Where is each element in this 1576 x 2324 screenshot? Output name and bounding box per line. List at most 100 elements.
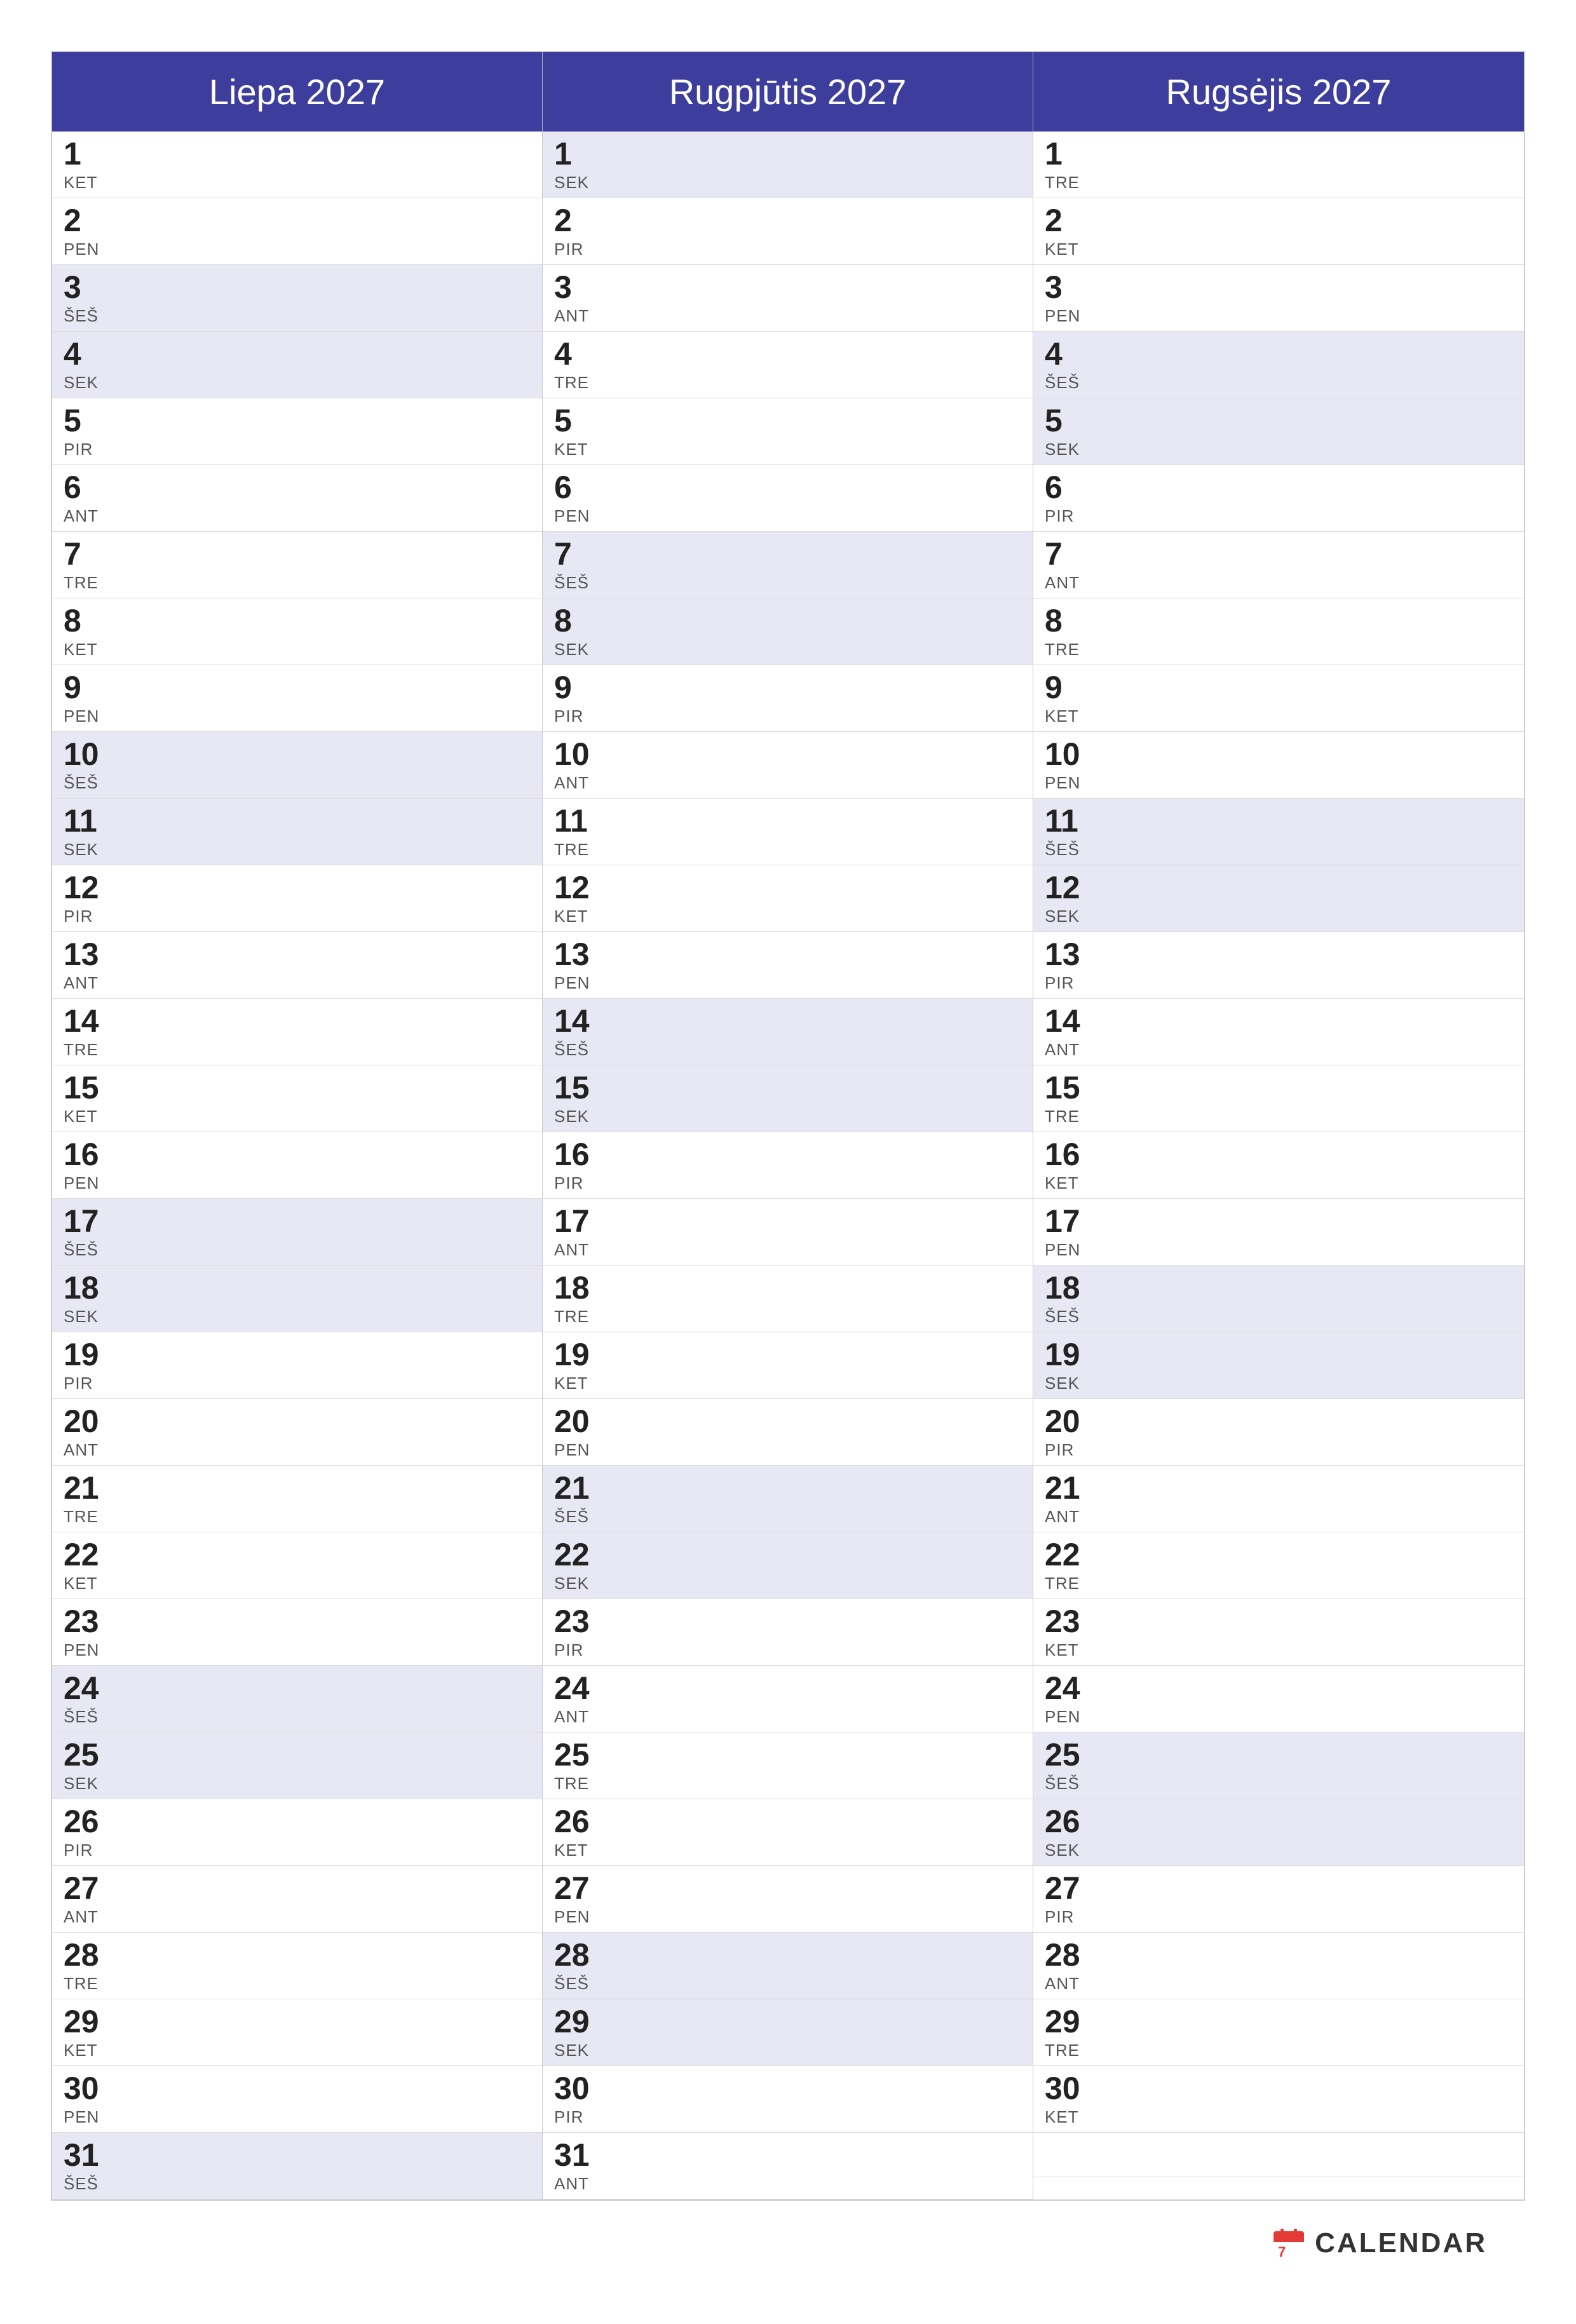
day-number: 30	[554, 2071, 1021, 2106]
day-cell: 7ANT	[1033, 532, 1524, 598]
day-name: PIR	[554, 240, 1021, 259]
day-number: 9	[554, 670, 1021, 705]
day-name: KET	[64, 640, 531, 659]
day-name: PIR	[1045, 973, 1512, 993]
day-cell: 31ANT	[543, 2133, 1033, 2199]
calendar-container: Liepa 2027 Rugpjūtis 2027 Rugsėjis 2027 …	[51, 51, 1525, 2201]
day-cell: 20PEN	[543, 1399, 1033, 1466]
day-cell: 7ŠEŠ	[543, 532, 1033, 598]
day-cell: 5SEK	[1033, 398, 1524, 465]
day-cell: 11ŠEŠ	[1033, 799, 1524, 865]
day-name: PIR	[1045, 506, 1512, 526]
day-cell: 11SEK	[52, 799, 542, 865]
day-cell: 20PIR	[1033, 1399, 1524, 1466]
day-name: PEN	[554, 973, 1021, 993]
day-name: TRE	[1045, 640, 1512, 659]
day-name: PEN	[64, 706, 531, 726]
day-number: 8	[64, 604, 531, 638]
day-cell: 29TRE	[1033, 1999, 1524, 2066]
day-cell: 11TRE	[543, 799, 1033, 865]
day-number: 12	[1045, 870, 1512, 905]
day-name: ANT	[1045, 1507, 1512, 1527]
day-name: ANT	[64, 506, 531, 526]
days-grid: 1KET2PEN3ŠEŠ4SEK5PIR6ANT7TRE8KET9PEN10ŠE…	[52, 132, 1524, 2199]
day-number: 11	[1045, 804, 1512, 839]
day-name: ŠEŠ	[64, 2174, 531, 2194]
day-cell: 15SEK	[543, 1065, 1033, 1132]
day-number: 2	[64, 203, 531, 238]
day-cell: 12KET	[543, 865, 1033, 932]
day-number: 17	[64, 1204, 531, 1239]
day-cell: 26PIR	[52, 1799, 542, 1866]
day-name: PIR	[1045, 1440, 1512, 1460]
day-name: KET	[554, 440, 1021, 459]
day-name: TRE	[1045, 1574, 1512, 1593]
day-number: 30	[64, 2071, 531, 2106]
day-cell: 30PEN	[52, 2066, 542, 2133]
day-name: PEN	[64, 1640, 531, 1660]
day-cell: 14ANT	[1033, 999, 1524, 1065]
day-number: 13	[64, 937, 531, 972]
day-cell: 8TRE	[1033, 598, 1524, 665]
day-cell: 23PIR	[543, 1599, 1033, 1666]
day-cell: 2 PEN	[52, 198, 542, 265]
day-number: 13	[1045, 937, 1512, 972]
day-name: ŠEŠ	[554, 1974, 1021, 1994]
day-cell: 17ANT	[543, 1199, 1033, 1266]
day-cell: 9PIR	[543, 665, 1033, 732]
day-name: PEN	[1045, 1707, 1512, 1727]
day-name: PIR	[64, 1374, 531, 1393]
day-number: 6	[64, 470, 531, 505]
day-name: SEK	[1045, 1374, 1512, 1393]
day-number: 27	[1045, 1871, 1512, 1906]
day-cell: 13PIR	[1033, 932, 1524, 999]
day-number: 9	[64, 670, 531, 705]
day-name: ANT	[1045, 1974, 1512, 1994]
day-name: PEN	[554, 1440, 1021, 1460]
day-cell: 9PEN	[52, 665, 542, 732]
day-cell: 17PEN	[1033, 1199, 1524, 1266]
day-cell: 18SEK	[52, 1266, 542, 1332]
day-number: 19	[554, 1337, 1021, 1372]
day-number: 18	[554, 1271, 1021, 1306]
day-name: PEN	[1045, 773, 1512, 793]
day-name: ANT	[1045, 1040, 1512, 1060]
day-name: SEK	[1045, 907, 1512, 926]
day-name: ANT	[554, 2174, 1021, 2194]
day-name: PEN	[64, 240, 531, 259]
day-cell: 21ANT	[1033, 1466, 1524, 1532]
day-number: 17	[1045, 1204, 1512, 1239]
day-cell: 14ŠEŠ	[543, 999, 1033, 1065]
day-name: ŠEŠ	[1045, 1307, 1512, 1327]
day-cell: 29SEK	[543, 1999, 1033, 2066]
day-number: 4	[554, 337, 1021, 372]
day-name: KET	[64, 1574, 531, 1593]
day-cell: 21ŠEŠ	[543, 1466, 1033, 1532]
day-name: KET	[1045, 706, 1512, 726]
day-number: 8	[554, 604, 1021, 638]
day-name: TRE	[64, 573, 531, 593]
day-cell: 10ŠEŠ	[52, 732, 542, 799]
day-cell: 26KET	[543, 1799, 1033, 1866]
month-column-2: 1TRE2KET3PEN4ŠEŠ5SEK6PIR7ANT8TRE9KET10PE…	[1033, 132, 1524, 2199]
day-cell: 14TRE	[52, 999, 542, 1065]
day-number: 1	[64, 137, 531, 172]
day-name: ŠEŠ	[554, 573, 1021, 593]
day-cell: 10PEN	[1033, 732, 1524, 799]
day-name: SEK	[554, 2041, 1021, 2060]
day-name: SEK	[64, 1307, 531, 1327]
day-cell: 4ŠEŠ	[1033, 332, 1524, 398]
day-cell: 2PIR	[543, 198, 1033, 265]
day-name: SEK	[554, 173, 1021, 193]
day-number: 11	[64, 804, 531, 839]
day-name: TRE	[64, 1040, 531, 1060]
day-number: 25	[1045, 1738, 1512, 1773]
day-number: 16	[64, 1137, 531, 1172]
day-name: KET	[64, 2041, 531, 2060]
day-cell: 25TRE	[543, 1733, 1033, 1799]
day-number: 15	[64, 1071, 531, 1105]
day-number: 20	[554, 1404, 1021, 1439]
day-name: KET	[554, 1841, 1021, 1860]
day-cell: 28TRE	[52, 1933, 542, 1999]
day-number: 7	[1045, 537, 1512, 572]
